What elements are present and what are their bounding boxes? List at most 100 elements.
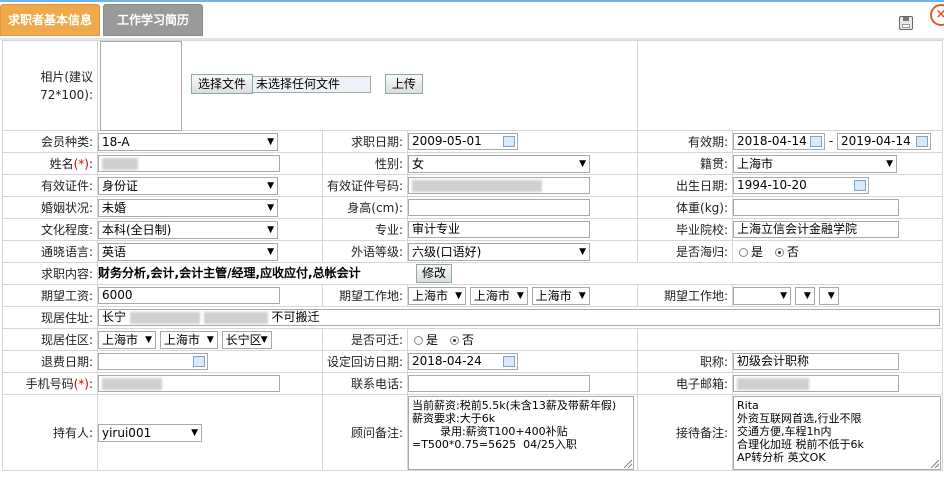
language-select[interactable]: 英语 ▼ <box>98 242 278 261</box>
resize-grip-icon <box>624 459 632 468</box>
calendar-icon <box>503 356 515 367</box>
chevron-down-icon: ▼ <box>267 224 274 235</box>
chevron-down-icon: ▼ <box>206 334 214 345</box>
consultant-note-textarea[interactable]: 当前薪资:税前5.5k(未含13薪及带薪年假) 薪资要求:大于6k 录用:薪资T… <box>408 395 634 470</box>
lang-level-label: 外语等级: <box>322 240 408 263</box>
chevron-down-icon: ▼ <box>267 180 274 191</box>
weight-label: 体重(kg): <box>637 196 734 219</box>
salary-input[interactable]: 6000 <box>98 287 280 304</box>
address-input[interactable]: 长宁 不可搬迁 <box>98 309 940 326</box>
education-select[interactable]: 本科(全日制) ▼ <box>98 220 278 239</box>
living-district-select[interactable]: 长宁区 ▼ <box>221 330 272 349</box>
id-number-input[interactable] <box>408 177 590 194</box>
tab-work-study-resume[interactable]: 工作学习简历 <box>103 4 203 36</box>
chevron-down-icon: ▼ <box>267 136 274 147</box>
living-province-select[interactable]: 上海市 ▼ <box>98 330 156 349</box>
tab-basic-info[interactable]: 求职者基本信息 <box>0 4 100 36</box>
gender-select[interactable]: 女 ▼ <box>408 154 590 173</box>
title-label: 职称: <box>637 350 734 373</box>
tab-bar-accent <box>0 0 944 2</box>
living-area-label: 现居住区: <box>2 328 98 351</box>
work-province-select[interactable]: 上海市 ▼ <box>408 286 466 305</box>
upload-button[interactable]: 上传 <box>384 74 423 94</box>
refund-date-input[interactable] <box>98 353 208 370</box>
title-input[interactable]: 初级会计职称 <box>733 353 900 370</box>
calendar-icon <box>193 356 205 367</box>
file-status: 未选择任何文件 <box>253 75 372 93</box>
marital-select[interactable]: 未婚 ▼ <box>98 198 278 217</box>
apply-date-input[interactable]: 2009-05-01 <box>408 133 518 150</box>
reception-note-textarea[interactable]: Rita 外资互联网首选,行业不限 交通方便,车程1h内 合理化加班 税前不低于… <box>733 395 942 470</box>
school-input[interactable]: 上海立信会计金融学院 <box>733 221 900 238</box>
photo-label: 相片(建议72*100): <box>2 40 98 131</box>
major-input[interactable]: 审计专业 <box>408 221 590 238</box>
calendar-icon <box>916 136 929 147</box>
chevron-down-icon: ▼ <box>191 427 198 438</box>
choose-file-button[interactable]: 选择文件 <box>191 74 254 94</box>
relocate-no-radio[interactable] <box>449 336 459 345</box>
work-place2-label: 期望工作地: <box>637 284 734 307</box>
chevron-down-icon: ▼ <box>516 290 524 301</box>
lang-level-select[interactable]: 六级(口语好) ▼ <box>408 242 590 261</box>
mobile-input[interactable] <box>98 375 280 392</box>
job-content-value: 财务分析,会计,会计主管/经理,应收应付,总帐会计 <box>98 266 361 280</box>
mobile-label: 手机号码(*): <box>2 372 98 395</box>
returnee-yes-radio[interactable] <box>739 248 749 257</box>
tab-bar: 求职者基本信息 工作学习简历 × <box>0 0 944 40</box>
native-place-select[interactable]: 上海市 ▼ <box>733 154 898 173</box>
weight-input[interactable] <box>733 199 900 216</box>
returnee-no-radio[interactable] <box>774 248 784 257</box>
height-input[interactable] <box>408 199 590 216</box>
living-city-select[interactable]: 上海市 ▼ <box>159 330 218 349</box>
calendar-icon <box>503 136 515 147</box>
holder-select[interactable]: yirui001 ▼ <box>98 423 202 442</box>
work-district-select[interactable]: 上海市 ▼ <box>531 286 590 305</box>
address-label: 现居住址: <box>2 306 98 329</box>
gender-label: 性别: <box>322 152 408 175</box>
consultant-note-label: 顾问备注: <box>322 394 408 471</box>
chevron-down-icon: ▼ <box>803 290 811 301</box>
email-input[interactable] <box>733 375 900 392</box>
major-label: 专业: <box>322 218 408 241</box>
phone-input[interactable] <box>408 375 590 392</box>
chevron-down-icon: ▼ <box>267 202 274 213</box>
work-province2-select[interactable]: ▼ <box>733 286 792 305</box>
valid-to-input[interactable]: 2019-04-14 <box>837 133 932 150</box>
job-content-label: 求职内容: <box>2 262 98 285</box>
work-place-label: 期望工作地: <box>322 284 408 307</box>
refund-date-label: 退费日期: <box>2 350 98 373</box>
relocate-label: 是否可迁: <box>322 328 408 351</box>
native-place-label: 籍贯: <box>637 152 734 175</box>
work-district2-select[interactable]: ▼ <box>818 286 839 305</box>
work-city-select[interactable]: 上海市 ▼ <box>469 286 528 305</box>
salary-label: 期望工资: <box>2 284 98 307</box>
chevron-down-icon: ▼ <box>145 334 152 345</box>
member-type-select[interactable]: 18-A ▼ <box>98 132 278 151</box>
apply-date-label: 求职日期: <box>322 130 408 153</box>
chevron-down-icon: ▼ <box>780 290 788 301</box>
reception-note-label: 接待备注: <box>637 394 734 471</box>
education-label: 文化程度: <box>2 218 98 241</box>
chevron-down-icon: ▼ <box>579 158 586 169</box>
close-icon[interactable]: × <box>930 4 944 26</box>
edit-job-content-button[interactable]: 修改 <box>416 264 453 283</box>
phone-label: 联系电话: <box>322 372 408 395</box>
valid-from-input[interactable]: 2018-04-14 <box>733 133 826 150</box>
name-input[interactable] <box>98 155 280 172</box>
chevron-down-icon: ▼ <box>260 334 268 345</box>
resize-grip-icon <box>931 459 940 468</box>
birth-date-input[interactable]: 1994-10-20 <box>733 177 870 194</box>
email-label: 电子邮箱: <box>637 372 734 395</box>
work-city2-select[interactable]: ▼ <box>794 286 815 305</box>
valid-period-label: 有效期: <box>637 130 734 153</box>
returnee-label: 是否海归: <box>637 240 734 263</box>
save-icon[interactable] <box>899 16 913 30</box>
marital-label: 婚姻状况: <box>2 196 98 219</box>
holder-label: 持有人: <box>2 394 98 471</box>
name-label: 姓名(*): <box>2 152 98 175</box>
id-type-select[interactable]: 身份证 ▼ <box>98 176 278 195</box>
relocate-yes-radio[interactable] <box>414 336 423 345</box>
revisit-date-input[interactable]: 2018-04-24 <box>408 353 518 370</box>
chevron-down-icon: ▼ <box>579 246 586 257</box>
id-number-label: 有效证件号码: <box>322 174 408 197</box>
